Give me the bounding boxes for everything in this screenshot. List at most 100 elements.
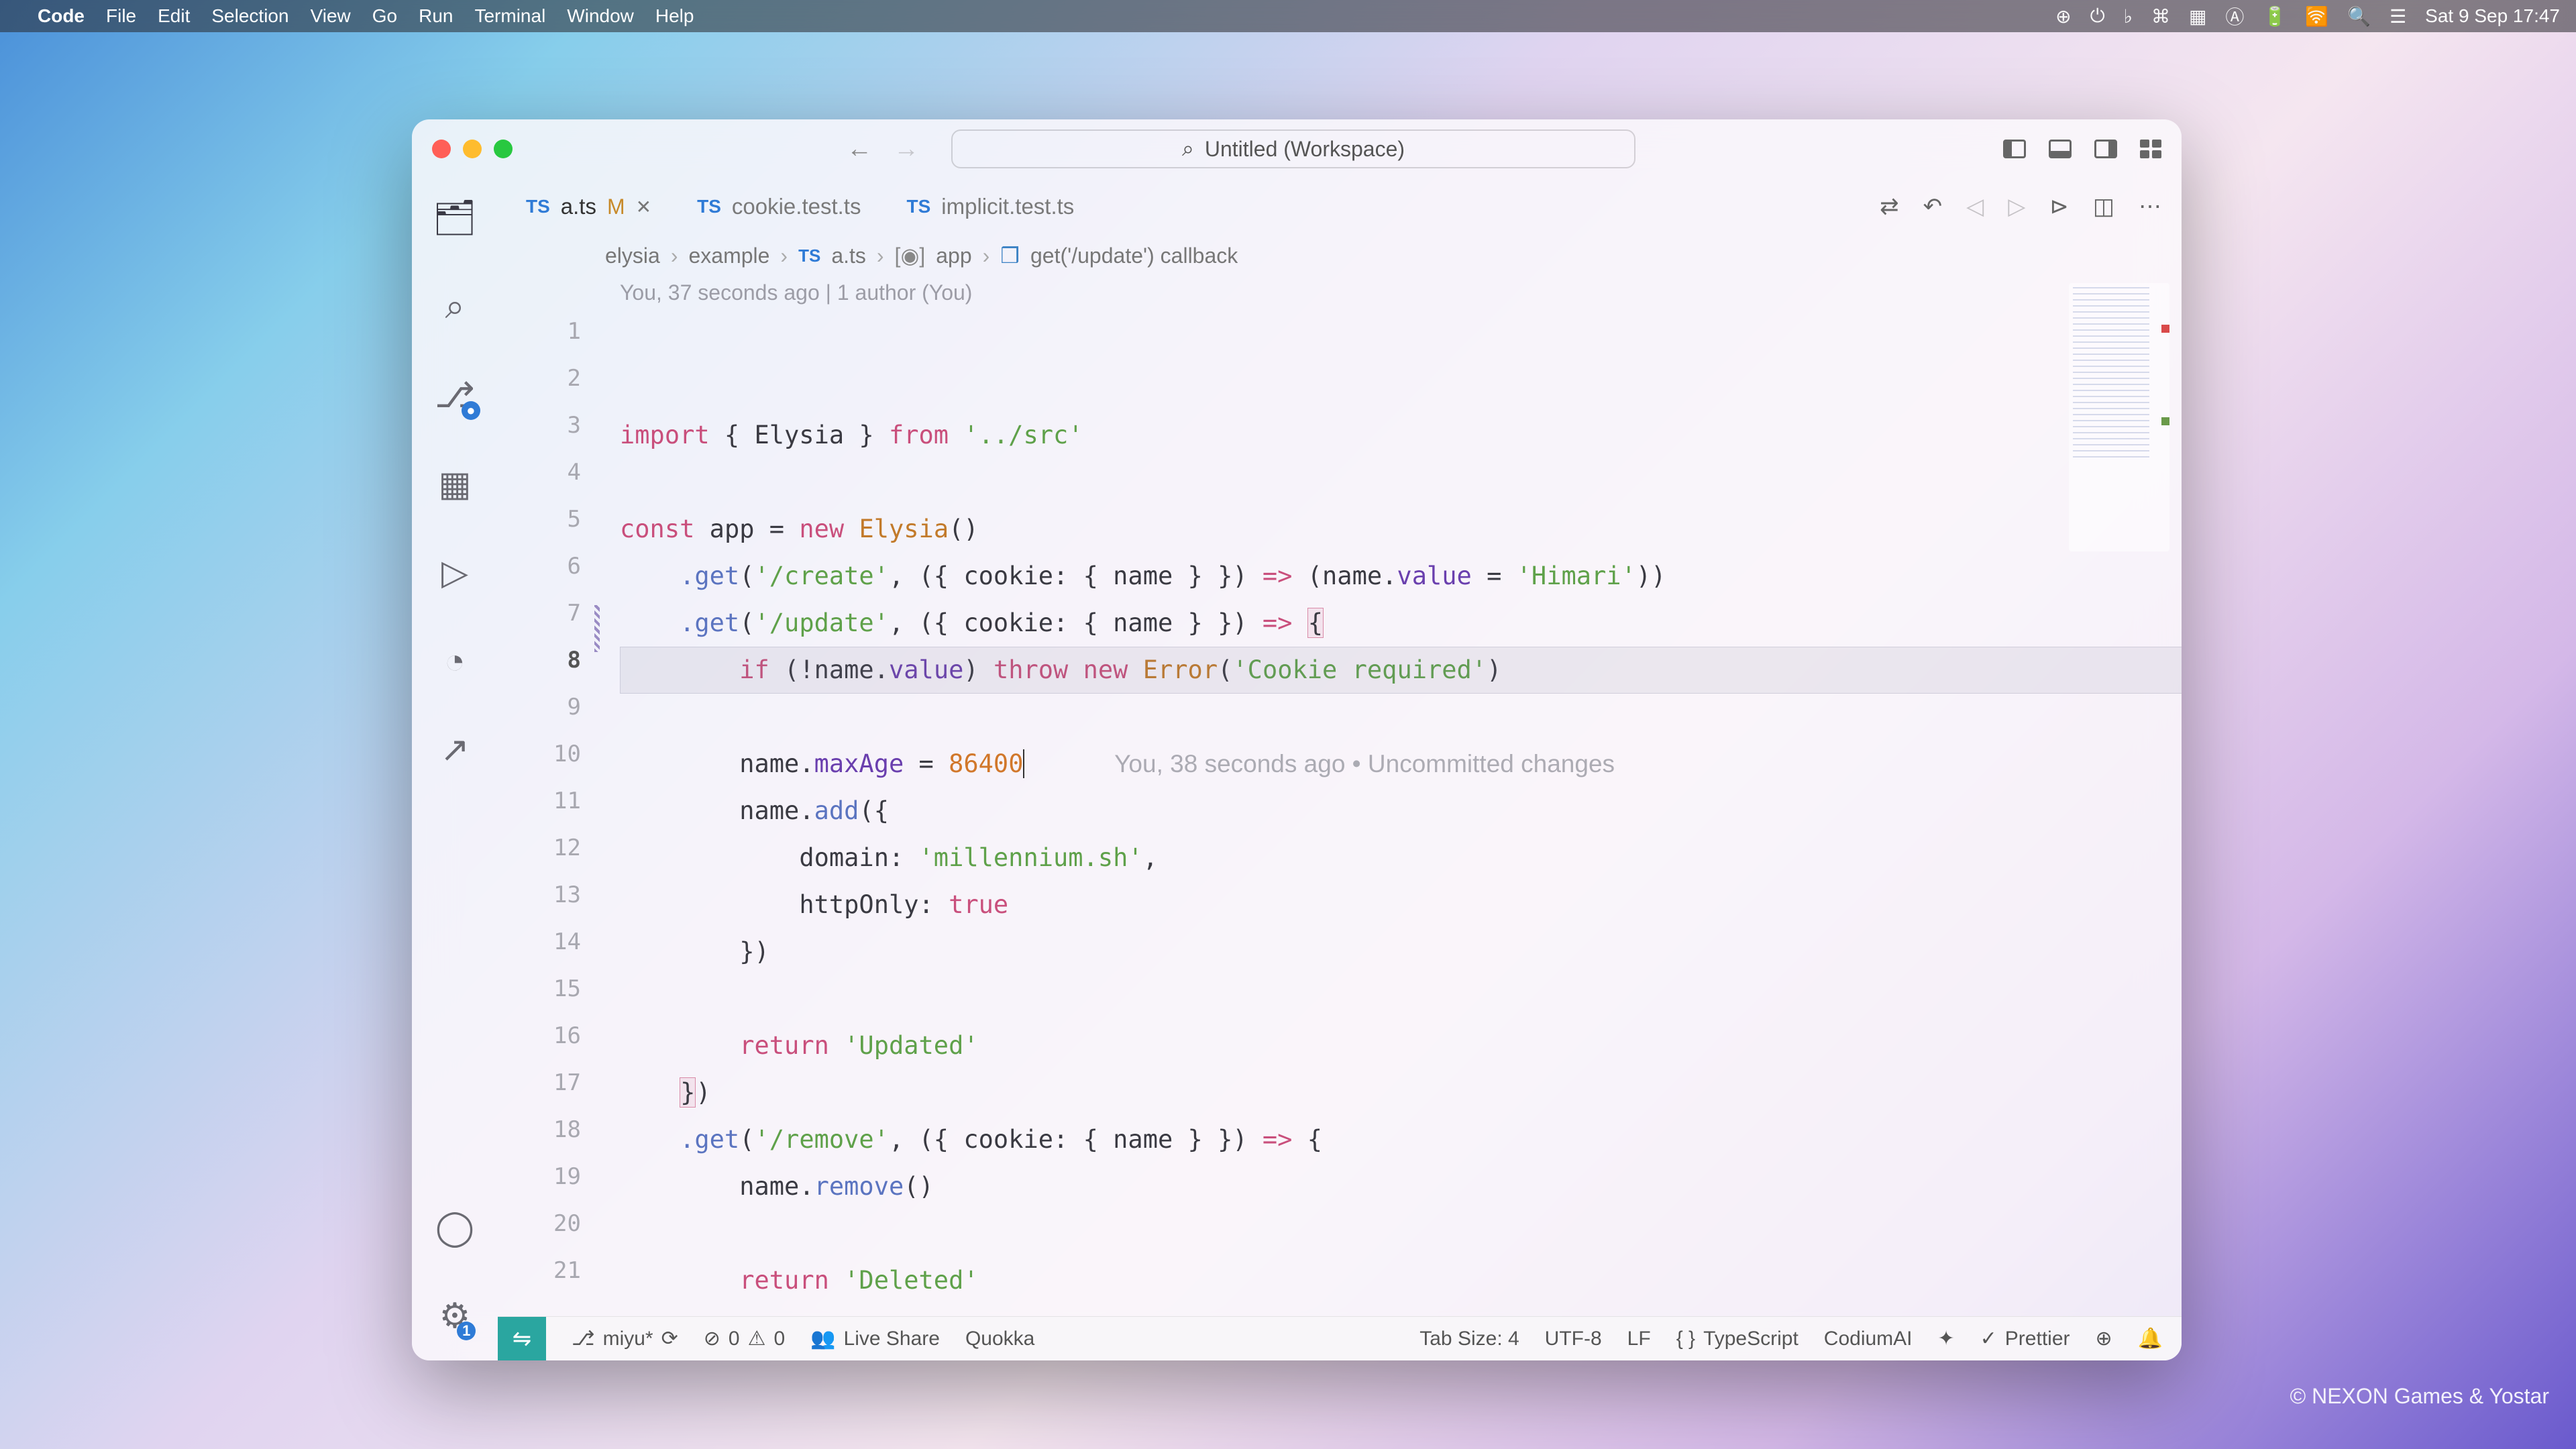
compare-changes-icon[interactable]: ⇄ bbox=[1880, 193, 1899, 220]
menu-go[interactable]: Go bbox=[372, 5, 397, 27]
menubar-clock[interactable]: Sat 9 Sep 17:47 bbox=[2425, 5, 2560, 27]
prettier[interactable]: ✓ Prettier bbox=[1980, 1327, 2070, 1350]
git-branch[interactable]: ⎇miyu*⟳ bbox=[572, 1327, 678, 1350]
tray-icon[interactable]: ⌘ bbox=[2151, 5, 2170, 28]
line-number[interactable]: 21 bbox=[498, 1257, 613, 1304]
error-icon: ⊘ bbox=[704, 1327, 720, 1350]
line-number[interactable]: 5 bbox=[498, 506, 613, 553]
explorer-icon[interactable]: 🗂 bbox=[433, 197, 477, 238]
line-number[interactable]: 13 bbox=[498, 881, 613, 928]
line-number[interactable]: 17 bbox=[498, 1069, 613, 1116]
menu-run[interactable]: Run bbox=[419, 5, 453, 27]
command-center[interactable]: ⌕ Untitled (Workspace) bbox=[951, 129, 1635, 168]
line-number[interactable]: 1 bbox=[498, 318, 613, 365]
search-icon[interactable]: ⌕ bbox=[445, 286, 464, 327]
encoding[interactable]: UTF-8 bbox=[1545, 1328, 1602, 1350]
nav-back-icon[interactable]: ← bbox=[847, 135, 872, 164]
spotlight-icon[interactable]: 🔍 bbox=[2347, 5, 2371, 28]
menu-file[interactable]: File bbox=[106, 5, 136, 27]
line-number[interactable]: 16 bbox=[498, 1022, 613, 1069]
tray-icon[interactable]: ▦ bbox=[2189, 5, 2206, 28]
eol[interactable]: LF bbox=[1627, 1328, 1651, 1350]
line-number[interactable]: 10 bbox=[498, 741, 613, 788]
problems[interactable]: ⊘0 ⚠0 bbox=[704, 1327, 785, 1350]
app-menu[interactable]: Code bbox=[38, 5, 85, 27]
toggle-primary-sidebar-icon[interactable] bbox=[2003, 140, 2026, 158]
tab-cookie-test[interactable]: TS cookie.test.ts bbox=[674, 178, 883, 235]
line-number[interactable]: 2 bbox=[498, 365, 613, 412]
toggle-panel-icon[interactable] bbox=[2049, 140, 2072, 158]
input-source-icon[interactable]: Ⓐ bbox=[2225, 3, 2244, 30]
tab-a-ts[interactable]: TS a.ts M ✕ bbox=[503, 178, 674, 235]
breadcrumb-segment[interactable]: example bbox=[688, 244, 769, 268]
remote-indicator[interactable]: ⇋ bbox=[498, 1317, 546, 1360]
braces-icon: { } bbox=[1676, 1328, 1695, 1350]
gitlens-inline-blame: You, 38 seconds ago • Uncommitted change… bbox=[1114, 750, 1615, 777]
nav-forward-icon[interactable]: → bbox=[894, 135, 919, 164]
breadcrumb[interactable]: elysia › example › TS a.ts › [◉] app › ❒… bbox=[498, 235, 2182, 276]
feedback-icon[interactable]: ⊕ bbox=[2096, 1327, 2112, 1350]
menu-edit[interactable]: Edit bbox=[158, 5, 190, 27]
tray-icon[interactable]: ⏻ bbox=[2090, 5, 2105, 28]
settings-icon[interactable]: ⚙1 bbox=[439, 1296, 471, 1336]
breadcrumb-symbol[interactable]: app bbox=[936, 244, 971, 268]
tab-implicit-test[interactable]: TS implicit.test.ts bbox=[883, 178, 1097, 235]
close-icon[interactable]: ✕ bbox=[636, 196, 651, 218]
line-number[interactable]: 19 bbox=[498, 1163, 613, 1210]
minimize-button[interactable] bbox=[463, 140, 482, 158]
run-icon[interactable]: ⊳ bbox=[2049, 193, 2069, 220]
tray-icon[interactable]: ♭ bbox=[2124, 5, 2133, 28]
menu-help[interactable]: Help bbox=[655, 5, 694, 27]
editor[interactable]: You, 37 seconds ago | 1 author (You) 1 2… bbox=[498, 276, 2182, 1316]
line-number[interactable]: 9 bbox=[498, 694, 613, 741]
source-control-icon[interactable]: ⎇● bbox=[435, 376, 475, 416]
language-mode[interactable]: { } TypeScript bbox=[1676, 1328, 1799, 1350]
prev-change-icon[interactable]: ◁ bbox=[1966, 193, 1984, 220]
line-number[interactable]: 18 bbox=[498, 1116, 613, 1163]
line-number[interactable]: 15 bbox=[498, 975, 613, 1022]
menu-view[interactable]: View bbox=[311, 5, 351, 27]
menu-selection[interactable]: Selection bbox=[211, 5, 288, 27]
maximize-button[interactable] bbox=[494, 140, 513, 158]
extensions-icon[interactable]: ▦ bbox=[438, 464, 471, 504]
live-share[interactable]: 👥Live Share bbox=[810, 1327, 940, 1350]
run-debug-icon[interactable]: ▷ bbox=[441, 553, 468, 593]
line-number[interactable]: 20 bbox=[498, 1210, 613, 1257]
share-icon[interactable]: ↗ bbox=[440, 730, 470, 770]
customize-layout-icon[interactable] bbox=[2140, 140, 2161, 158]
codium-ai[interactable]: CodiumAI bbox=[1824, 1328, 1913, 1350]
toggle-secondary-sidebar-icon[interactable] bbox=[2094, 140, 2117, 158]
revert-icon[interactable]: ↶ bbox=[1923, 193, 1943, 220]
line-number[interactable]: 3 bbox=[498, 412, 613, 459]
line-number[interactable]: 6 bbox=[498, 553, 613, 600]
tab-size[interactable]: Tab Size: 4 bbox=[1419, 1328, 1519, 1350]
line-number[interactable]: 14 bbox=[498, 928, 613, 975]
accounts-icon[interactable]: ◯ bbox=[435, 1208, 474, 1248]
menu-terminal[interactable]: Terminal bbox=[474, 5, 545, 27]
next-change-icon[interactable]: ▷ bbox=[2008, 193, 2025, 220]
breadcrumb-symbol[interactable]: get('/update') callback bbox=[1030, 244, 1238, 268]
gitlens-icon[interactable]: ◔ bbox=[444, 641, 465, 682]
line-number[interactable]: 11 bbox=[498, 788, 613, 835]
quokka[interactable]: Quokka bbox=[965, 1328, 1034, 1350]
sync-icon[interactable]: ⟳ bbox=[661, 1327, 678, 1350]
control-center-icon[interactable]: ☰ bbox=[2390, 5, 2406, 28]
breadcrumb-segment[interactable]: elysia bbox=[605, 244, 660, 268]
copilot-icon[interactable]: ✦ bbox=[1938, 1327, 1955, 1350]
code-content[interactable]: import { Elysia } from '../src' const ap… bbox=[620, 318, 2063, 1316]
split-editor-icon[interactable]: ◫ bbox=[2093, 193, 2114, 220]
battery-icon[interactable]: 🔋 bbox=[2263, 5, 2286, 28]
tray-icon[interactable]: ⊕ bbox=[2055, 5, 2071, 28]
close-button[interactable] bbox=[432, 140, 451, 158]
notifications-icon[interactable]: 🔔 bbox=[2138, 1327, 2163, 1350]
breadcrumb-file[interactable]: a.ts bbox=[831, 244, 866, 268]
line-number[interactable]: 12 bbox=[498, 835, 613, 881]
file-lang-icon: TS bbox=[526, 196, 550, 217]
menu-window[interactable]: Window bbox=[567, 5, 634, 27]
wifi-icon[interactable]: 🛜 bbox=[2305, 5, 2328, 28]
more-actions-icon[interactable]: ⋯ bbox=[2139, 193, 2161, 220]
line-number[interactable]: 8 bbox=[498, 647, 613, 694]
line-number[interactable]: 4 bbox=[498, 459, 613, 506]
activity-bar: 🗂 ⌕ ⎇● ▦ ▷ ◔ ↗ ◯ ⚙1 bbox=[412, 178, 498, 1360]
minimap[interactable] bbox=[2069, 283, 2169, 551]
